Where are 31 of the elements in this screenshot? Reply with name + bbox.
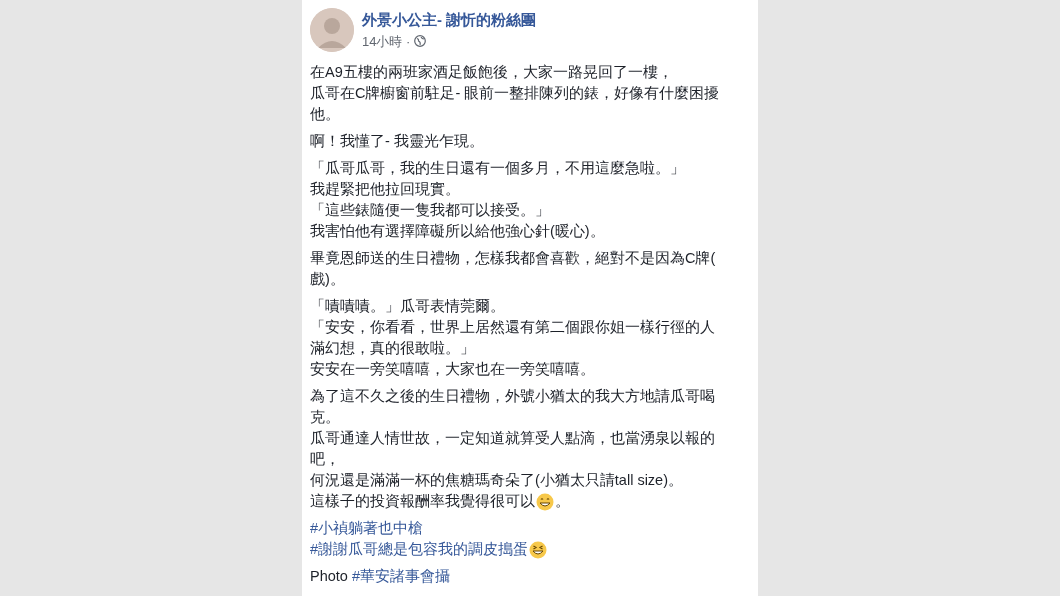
post-time[interactable]: 14小時 · xyxy=(362,31,411,51)
post-text: 克。 xyxy=(310,408,340,427)
post-text: 他。 xyxy=(310,105,340,124)
post-text: 為了這不久之後的生日禮物，外號小猶太的我大方地請瓜哥喝 xyxy=(310,387,715,406)
post-text: 瓜哥在C牌櫥窗前駐足- 眼前一整排陳列的錶，好像有什麼困擾 xyxy=(310,84,720,103)
post-text: 畢竟恩師送的生日禮物，怎樣我都會喜歡，絕對不是因為C牌( xyxy=(310,249,716,268)
post-text: 吧， xyxy=(310,450,340,469)
post-text: 「這些錶隨便一隻我都可以接受。」 xyxy=(310,201,550,220)
post-text: Photo xyxy=(310,567,348,586)
hashtag-link[interactable]: #小禎躺著也中槍 xyxy=(310,518,424,539)
post-text: 這樣子的投資報酬率我覺得很可以 xyxy=(310,492,535,511)
post-text: 安安在一旁笑嘻嘻，大家也在一旁笑嘻嘻。 xyxy=(310,360,595,379)
post-text: 。 xyxy=(555,492,570,511)
post-text: 「瓜哥瓜哥，我的生日還有一個多月，不用這麼急啦。」 xyxy=(310,159,685,178)
emoji-icon xyxy=(529,540,548,559)
avatar[interactable] xyxy=(310,8,354,52)
post-text: 我趕緊把他拉回現實。 xyxy=(310,180,460,199)
post-text: 滿幻想，真的很敢啦。」 xyxy=(310,339,475,358)
post-text: 「嘖嘖嘖。」瓜哥表情莞爾。 xyxy=(310,297,505,316)
post-text: 我害怕他有選擇障礙所以給他強心針(暖心)。 xyxy=(310,222,605,241)
post-text: 戲)。 xyxy=(310,270,345,289)
emoji-icon xyxy=(536,492,554,511)
hashtag-link[interactable]: #謝謝瓜哥總是包容我的調皮搗蛋 xyxy=(310,539,529,560)
post-text: 瓜哥通達人情世故，一定知道就算受人點滴，也當湧泉以報的 xyxy=(310,429,715,448)
post-text: 「安安，你看看，世界上居然還有第二個跟你姐一樣行徑的人 xyxy=(310,318,715,337)
post-text: 何況還是滿滿一杯的焦糖瑪奇朵了(小猶太只請tall size)。 xyxy=(310,471,683,490)
hashtag-link[interactable]: #華安諸事會攝 xyxy=(351,566,450,587)
post-text: 啊！我懂了- 我靈光乍現。 xyxy=(310,132,484,151)
post-text: 在A9五樓的兩班家酒足飯飽後，大家一路晃回了一樓， xyxy=(310,63,673,82)
globe-icon xyxy=(414,35,427,48)
page-name-link[interactable]: 外景小公主- 謝忻的粉絲團 xyxy=(362,9,537,32)
